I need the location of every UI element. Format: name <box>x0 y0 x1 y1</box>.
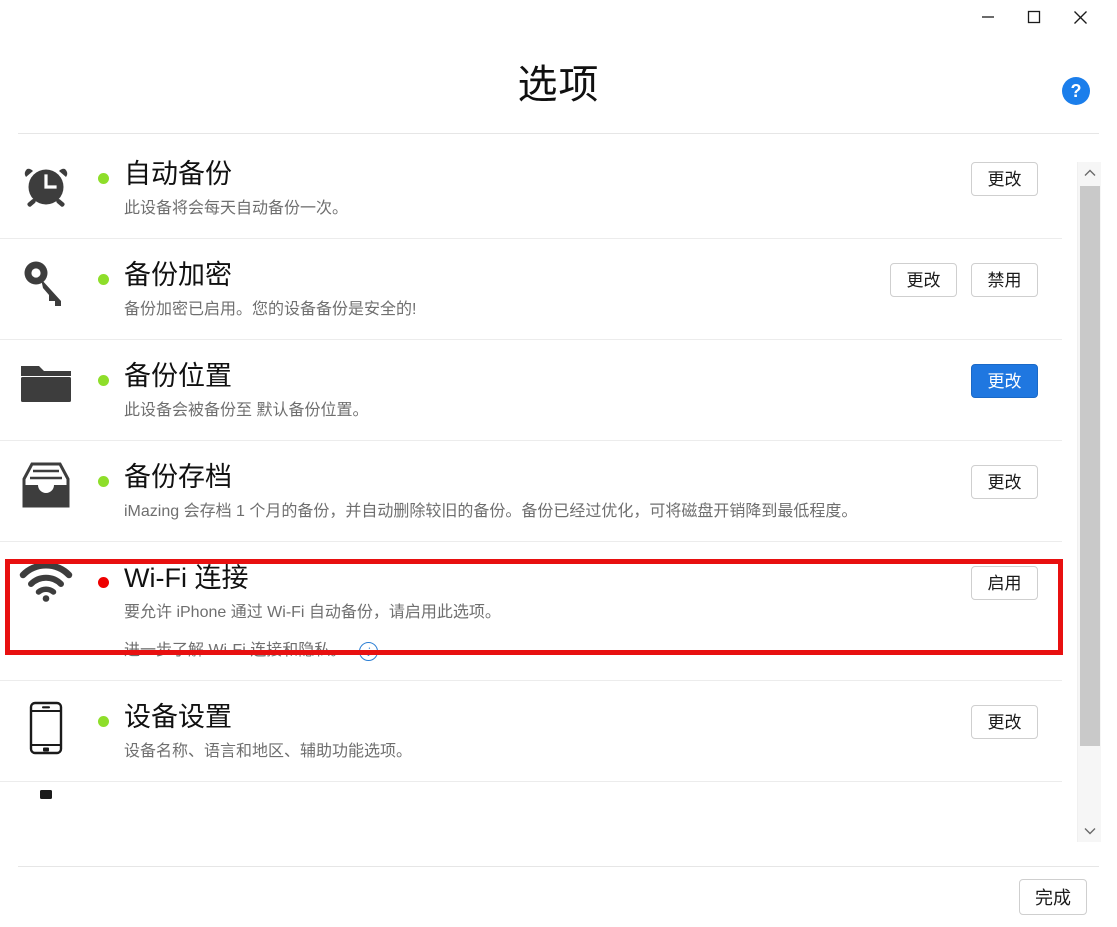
option-description: iMazing 会存档 1 个月的备份，并自动删除较旧的备份。备份已经过优化，可… <box>124 503 858 520</box>
option-row-body: 备份存档 iMazing 会存档 1 个月的备份，并自动删除较旧的备份。备份已经过… <box>114 459 971 525</box>
option-description: 备份加密已启用。您的设备备份是安全的! <box>124 301 417 318</box>
option-description: 此设备将会每天自动备份一次。 <box>124 200 349 217</box>
option-actions: 更改 <box>971 459 1050 499</box>
phone-icon <box>0 699 92 755</box>
info-icon[interactable]: i <box>359 641 379 661</box>
done-button[interactable]: 完成 <box>1019 879 1087 915</box>
status-indicator <box>92 560 114 588</box>
status-indicator <box>92 459 114 487</box>
change-button[interactable]: 更改 <box>971 465 1038 499</box>
folder-icon <box>0 358 92 406</box>
page-title: 选项 <box>517 63 600 107</box>
option-row: 自动备份 此设备将会每天自动备份一次。 更改 <box>0 138 1062 239</box>
option-title: 自动备份 <box>124 159 232 189</box>
option-row-body: 备份位置此设备会被备份至 默认备份位置。 <box>114 358 971 424</box>
option-learn-more: 进一步了解 Wi-Fi 连接和隐私。 i <box>124 638 971 664</box>
scroll-down-arrow-icon[interactable] <box>1078 820 1102 842</box>
option-actions: 更改 禁用 <box>890 257 1050 297</box>
option-row: 设备设置 设备名称、语言和地区、辅助功能选项。 更改 <box>0 681 1062 782</box>
option-title: 备份加密 <box>124 260 232 290</box>
option-row: 备份位置 此设备会被备份至 默认备份位置。 更改 <box>0 340 1062 441</box>
status-dot-off <box>97 577 109 588</box>
window-titlebar <box>0 0 1117 44</box>
option-title: 设备设置 <box>124 702 232 732</box>
enable-button[interactable]: 启用 <box>971 566 1038 600</box>
option-title: 备份位置 <box>124 361 232 391</box>
options-dialog: 选项 ? 自动备份 此设备将会每天自动备份一次。 更改 备份加密 备份加密已启用。您的… <box>0 0 1117 927</box>
option-row: 备份存档 iMazing 会存档 1 个月的备份，并自动删除较旧的备份。备份已经过… <box>0 441 1062 542</box>
option-row-body: 自动备份此设备将会每天自动备份一次。 <box>114 156 971 222</box>
vertical-scrollbar[interactable] <box>1077 162 1101 842</box>
status-indicator <box>92 358 114 386</box>
archive-tray-icon <box>0 459 92 511</box>
status-indicator <box>92 699 114 727</box>
maximize-button[interactable] <box>1011 0 1057 34</box>
status-dot-on <box>97 476 109 487</box>
wifi-icon <box>0 560 92 604</box>
option-description: 要允许 iPhone 通过 Wi-Fi 自动备份，请启用此选项。 <box>124 604 501 621</box>
close-button[interactable] <box>1057 0 1103 34</box>
dialog-footer: 完成 <box>0 867 1117 927</box>
change-button[interactable]: 更改 <box>971 364 1038 398</box>
option-actions: 启用 <box>971 560 1050 600</box>
scrollbar-thumb[interactable] <box>1080 186 1100 746</box>
status-indicator <box>92 257 114 285</box>
option-title: Wi-Fi 连接 <box>124 563 249 593</box>
status-dot-on <box>97 173 109 184</box>
option-row-body: Wi-Fi 连接要允许 iPhone 通过 Wi-Fi 自动备份，请启用此选项。… <box>114 560 971 664</box>
help-icon[interactable]: ? <box>1062 77 1090 105</box>
option-row-body: 设备设置设备名称、语言和地区、辅助功能选项。 <box>114 699 971 765</box>
option-row-partial <box>0 782 1062 816</box>
option-row: Wi-Fi 连接要允许 iPhone 通过 Wi-Fi 自动备份，请启用此选项。… <box>0 542 1062 681</box>
scroll-up-arrow-icon[interactable] <box>1078 162 1102 184</box>
change-button[interactable]: 更改 <box>971 705 1038 739</box>
option-title: 备份存档 <box>124 462 232 492</box>
change-button[interactable]: 更改 <box>890 263 957 297</box>
status-dot-on <box>97 716 109 727</box>
option-actions: 更改 <box>971 156 1050 196</box>
status-dot-on <box>97 274 109 285</box>
disable-button[interactable]: 禁用 <box>971 263 1038 297</box>
change-button[interactable]: 更改 <box>971 162 1038 196</box>
options-list: 自动备份 此设备将会每天自动备份一次。 更改 备份加密 备份加密已启用。您的设备备份是… <box>0 138 1117 840</box>
minimize-button[interactable] <box>965 0 1011 34</box>
option-row: 备份加密 备份加密已启用。您的设备备份是安全的! 更改 禁用 <box>0 239 1062 340</box>
alarm-clock-icon <box>0 156 92 210</box>
option-row-body: 备份加密备份加密已启用。您的设备备份是安全的! <box>114 257 890 323</box>
key-icon <box>0 257 92 311</box>
option-actions: 更改 <box>971 358 1050 398</box>
option-description: 此设备会被备份至 默认备份位置。 <box>124 402 369 419</box>
status-indicator <box>92 156 114 184</box>
dialog-header: 选项 ? <box>0 44 1117 134</box>
option-description: 设备名称、语言和地区、辅助功能选项。 <box>124 743 413 760</box>
learn-more-text: 进一步了解 Wi-Fi 连接和隐私。 <box>124 642 347 659</box>
partial-icon <box>0 788 92 816</box>
option-actions: 更改 <box>971 699 1050 739</box>
status-dot-on <box>97 375 109 386</box>
header-divider <box>18 133 1099 134</box>
